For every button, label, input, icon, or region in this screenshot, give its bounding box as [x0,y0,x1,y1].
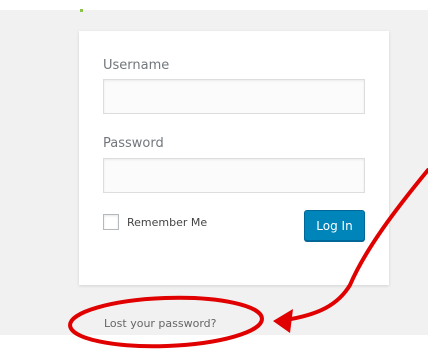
password-input[interactable] [103,158,365,193]
username-input[interactable] [103,79,365,114]
username-label: Username [103,58,170,73]
password-label: Password [103,136,164,151]
login-form: Username Password Remember Me Log In [79,31,389,285]
login-button[interactable]: Log In [304,210,365,241]
lost-password-link[interactable]: Lost your password? [104,317,217,330]
remember-me-checkbox[interactable] [103,214,119,230]
remember-me-row[interactable]: Remember Me [103,214,207,230]
top-accent-mark [80,9,83,12]
remember-me-label[interactable]: Remember Me [127,216,207,229]
